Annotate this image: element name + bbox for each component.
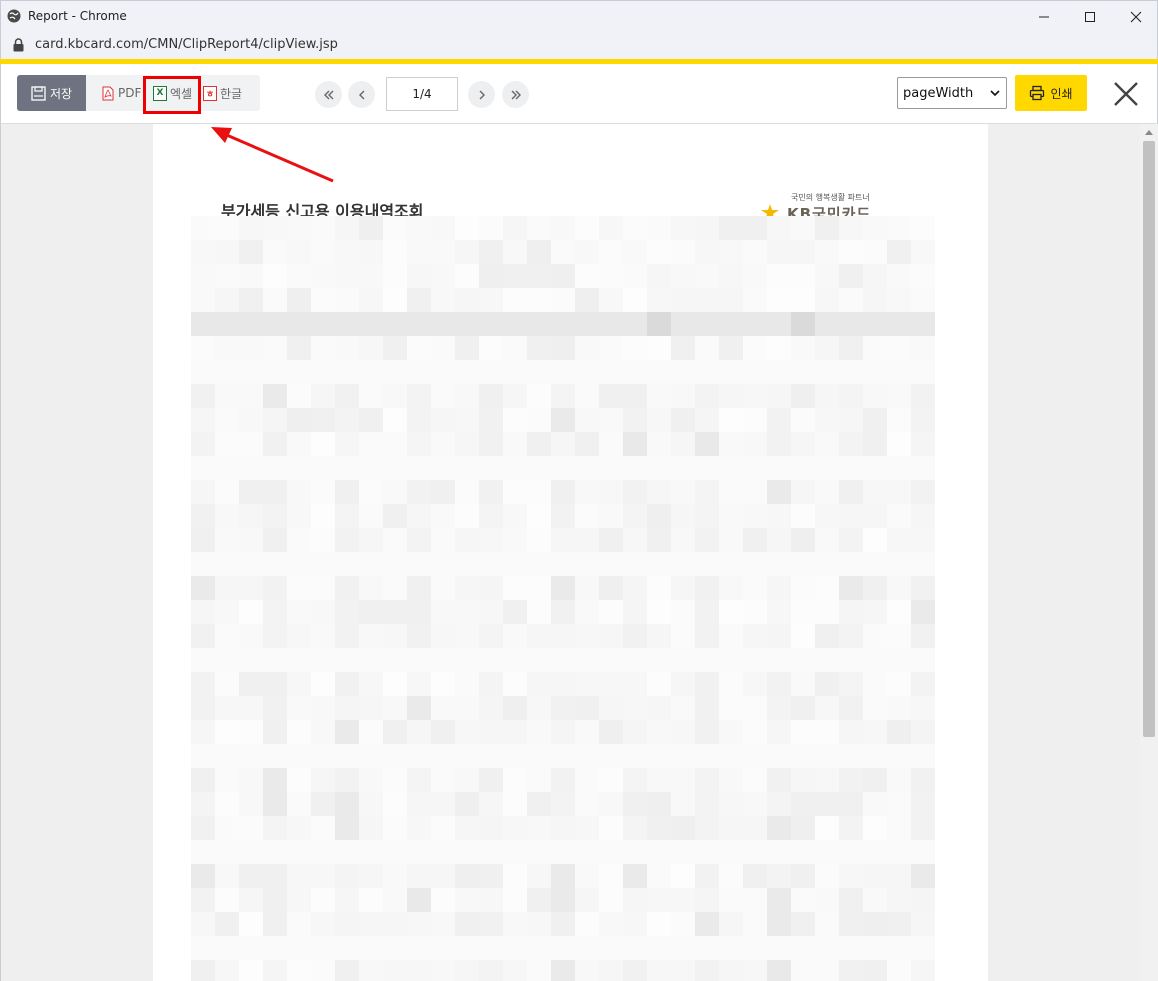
window-title: Report - Chrome: [28, 9, 127, 23]
scrollbar-thumb[interactable]: [1143, 141, 1155, 737]
save-group: 저장 PDF X 엑셀 ㅎ 한글: [17, 75, 260, 111]
minimize-button[interactable]: [1021, 1, 1067, 33]
minimize-icon: [1039, 16, 1049, 18]
zoom-value: pageWidth: [903, 85, 974, 101]
chevron-down-icon: [990, 90, 1000, 97]
print-button[interactable]: 인쇄: [1015, 75, 1087, 111]
report-page: 부가세등 신고용 이용내역조회 국민의 행복생활 파트너 KB국민카드: [153, 124, 988, 981]
zoom-select[interactable]: pageWidth: [897, 77, 1007, 109]
pdf-icon: [101, 86, 115, 101]
hwp-icon: ㅎ: [203, 85, 217, 101]
export-hwp-button[interactable]: ㅎ 한글: [203, 75, 242, 111]
chevron-left-icon: [358, 90, 364, 99]
window-titlebar: Report - Chrome: [0, 0, 1158, 32]
close-icon: [1130, 11, 1142, 23]
print-label: 인쇄: [1050, 86, 1073, 101]
next-page-button[interactable]: [468, 81, 495, 108]
last-page-button[interactable]: [502, 81, 529, 108]
blurred-table-content: [191, 216, 935, 981]
double-chevron-right-icon: [511, 90, 521, 99]
globe-icon: [7, 9, 21, 23]
logo-tagline: 국민의 행복생활 파트너: [791, 193, 870, 202]
pdf-label: PDF: [118, 86, 142, 100]
page-number-input[interactable]: 1/4: [386, 77, 458, 111]
printer-icon: [1030, 85, 1045, 101]
scroll-up-arrow-icon[interactable]: [1144, 128, 1154, 136]
lock-icon: [13, 38, 24, 52]
save-label: 저장: [49, 86, 73, 101]
double-chevron-left-icon: [323, 90, 333, 99]
export-pdf-button[interactable]: PDF: [101, 75, 141, 111]
window-close-button[interactable]: [1113, 1, 1158, 33]
close-viewer-button[interactable]: [1111, 79, 1141, 109]
url-text: card.kbcard.com/CMN/ClipReport4/clipView…: [35, 37, 338, 52]
maximize-button[interactable]: [1067, 1, 1113, 33]
save-button[interactable]: 저장: [17, 75, 86, 111]
hwp-label: 한글: [220, 86, 243, 101]
maximize-icon: [1085, 12, 1095, 22]
excel-highlight-box: [143, 76, 201, 114]
save-icon: [31, 85, 46, 101]
prev-page-button[interactable]: [348, 81, 375, 108]
chevron-right-icon: [479, 90, 485, 99]
address-bar[interactable]: card.kbcard.com/CMN/ClipReport4/clipView…: [0, 32, 1158, 59]
first-page-button[interactable]: [315, 81, 342, 108]
